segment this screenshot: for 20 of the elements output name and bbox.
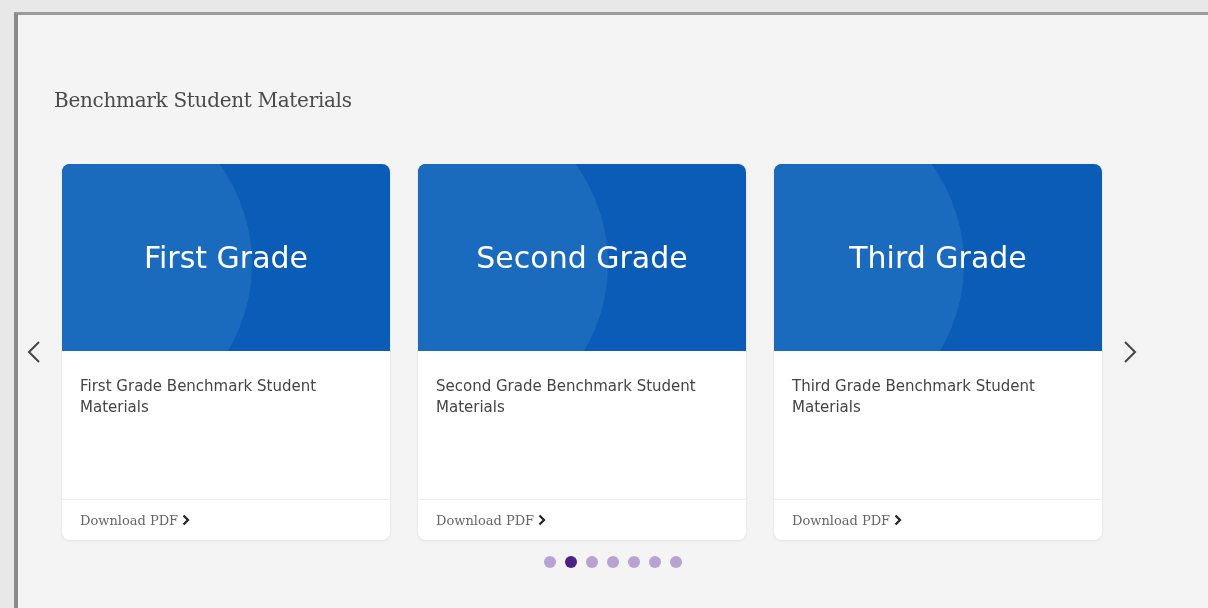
carousel-dot[interactable]: [670, 556, 682, 568]
carousel-dot[interactable]: [586, 556, 598, 568]
download-link[interactable]: Download PDF: [436, 512, 547, 528]
banner-title: Third Grade: [849, 240, 1027, 275]
carousel-dot[interactable]: [565, 556, 577, 568]
banner-title: Second Grade: [476, 240, 688, 275]
section-title: Benchmark Student Materials: [54, 88, 353, 112]
carousel-dot[interactable]: [649, 556, 661, 568]
chevron-icon: [538, 514, 547, 526]
chevron-icon: [894, 514, 903, 526]
carousel-dot[interactable]: [607, 556, 619, 568]
banner-title: First Grade: [143, 240, 309, 275]
carousel-dot[interactable]: [628, 556, 640, 568]
download-link[interactable]: Download PDF: [792, 512, 903, 528]
card-title: Second Grade Benchmark Student Materials: [436, 376, 697, 418]
card-title: First Grade Benchmark Student Materials: [80, 376, 318, 418]
carousel-dot[interactable]: [544, 556, 556, 568]
chevron-icon: [182, 514, 191, 526]
download-link[interactable]: Download PDF: [80, 512, 191, 528]
card-title: Third Grade Benchmark Student Materials: [792, 376, 1036, 418]
